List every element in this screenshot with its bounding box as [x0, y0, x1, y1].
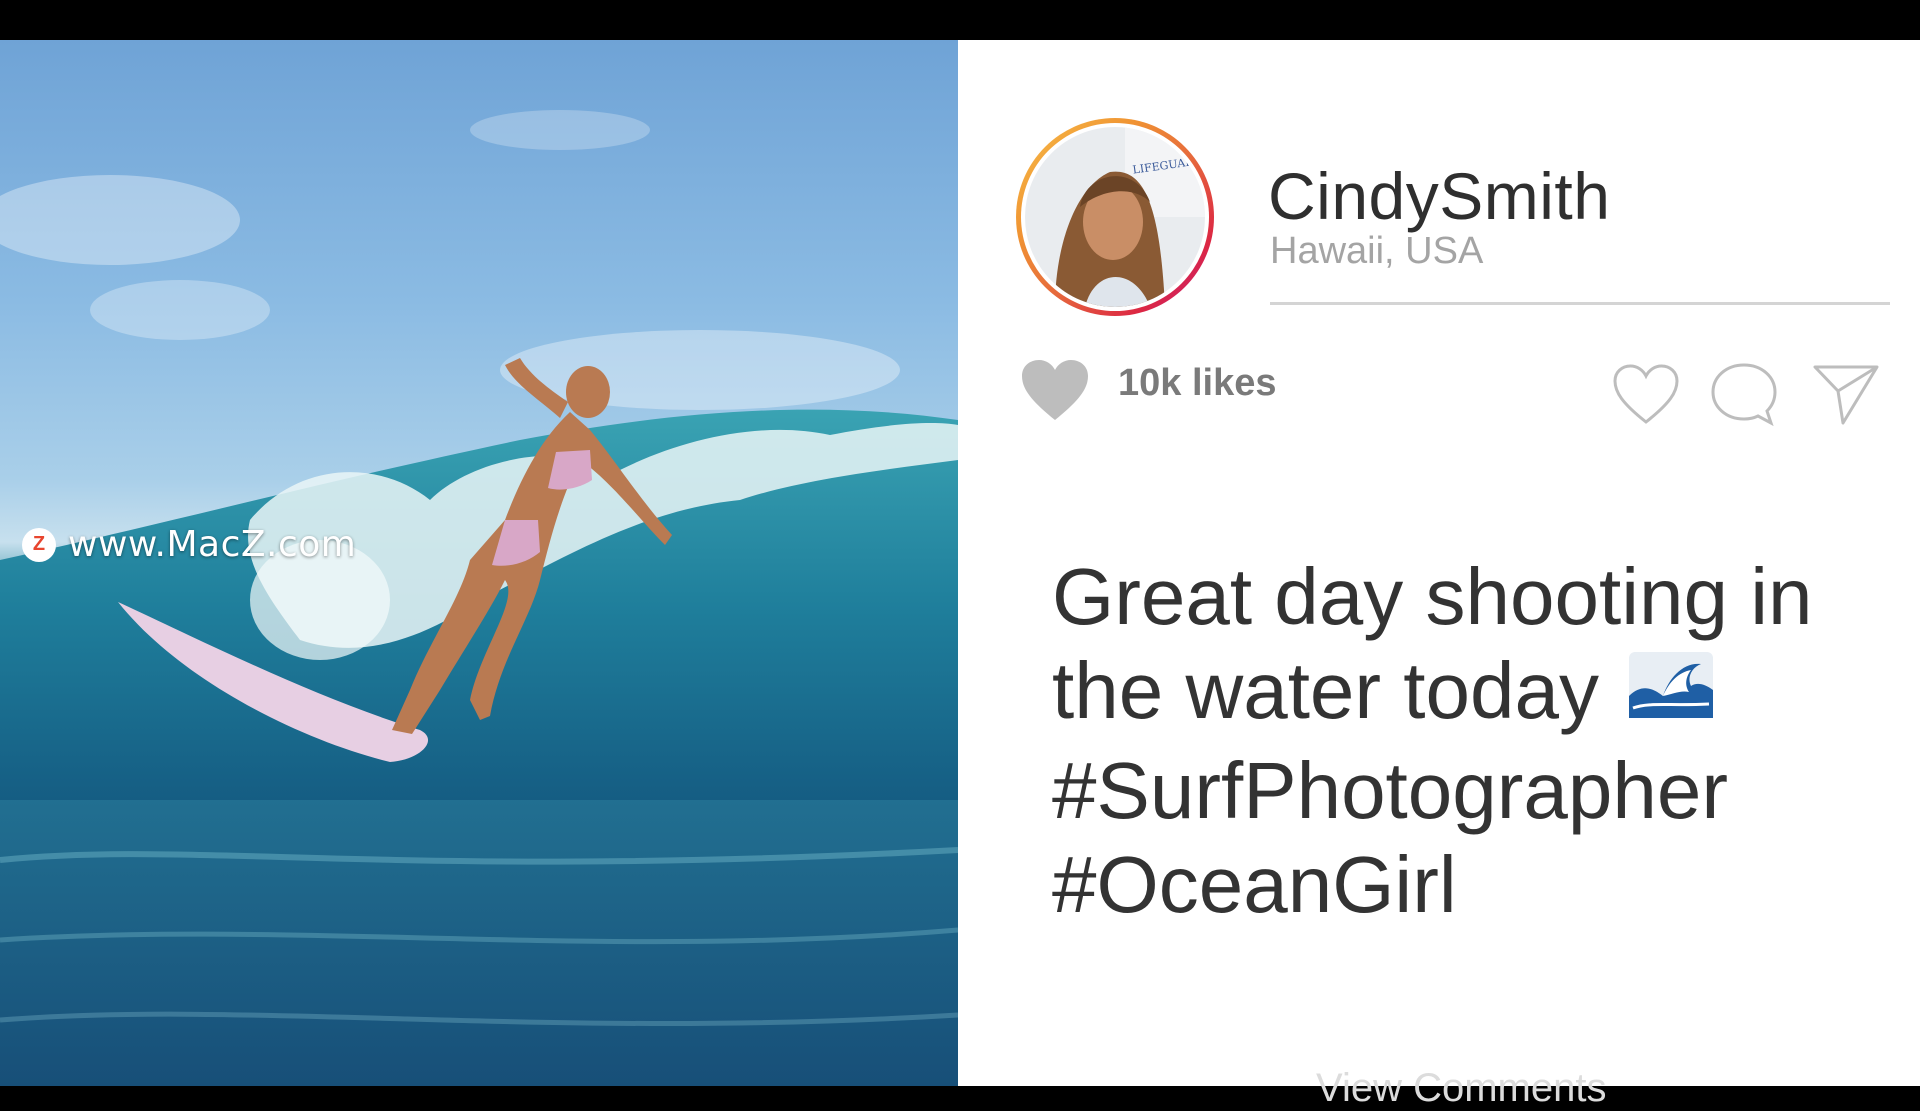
- heart-outline-icon: [1613, 364, 1679, 424]
- post-caption: Great day shooting in the water today #S…: [1052, 550, 1872, 932]
- avatar[interactable]: LIFEGUARD: [1016, 118, 1214, 316]
- post-card: LIFEGUARD CindySmith Hawaii, USA 10k lik…: [958, 40, 1920, 1110]
- hashtag-link[interactable]: #SurfPhotographer: [1052, 744, 1872, 838]
- header-divider: [1270, 302, 1890, 305]
- caption-line: Great day shooting in: [1052, 552, 1813, 641]
- username[interactable]: CindySmith: [1268, 158, 1610, 234]
- like-button[interactable]: [1604, 352, 1688, 436]
- avatar-photo: LIFEGUARD: [1021, 123, 1209, 311]
- post-photo[interactable]: Z www.MacZ.com: [0, 40, 958, 1086]
- top-letterbox-bar: [0, 0, 1920, 40]
- comment-icon: [1711, 363, 1777, 427]
- wave-emoji-icon: [1629, 644, 1713, 738]
- watermark-text: www.MacZ.com: [68, 524, 357, 565]
- location[interactable]: Hawaii, USA: [1270, 230, 1483, 273]
- avatar-portrait-image: LIFEGUARD: [1025, 127, 1205, 307]
- share-button[interactable]: [1804, 352, 1888, 436]
- watermark: Z www.MacZ.com: [22, 524, 356, 565]
- caption-line: the water today: [1052, 646, 1599, 735]
- comment-button[interactable]: [1702, 352, 1786, 436]
- view-comments-link[interactable]: View Comments: [1316, 1066, 1606, 1111]
- macz-logo-icon: Z: [22, 527, 56, 562]
- heart-filled-icon: [1020, 358, 1090, 427]
- send-icon: [1813, 365, 1879, 425]
- hashtag-link[interactable]: #OceanGirl: [1052, 838, 1872, 932]
- caption-line-with-emoji: the water today: [1052, 644, 1872, 744]
- likes-count[interactable]: 10k likes: [1118, 362, 1276, 405]
